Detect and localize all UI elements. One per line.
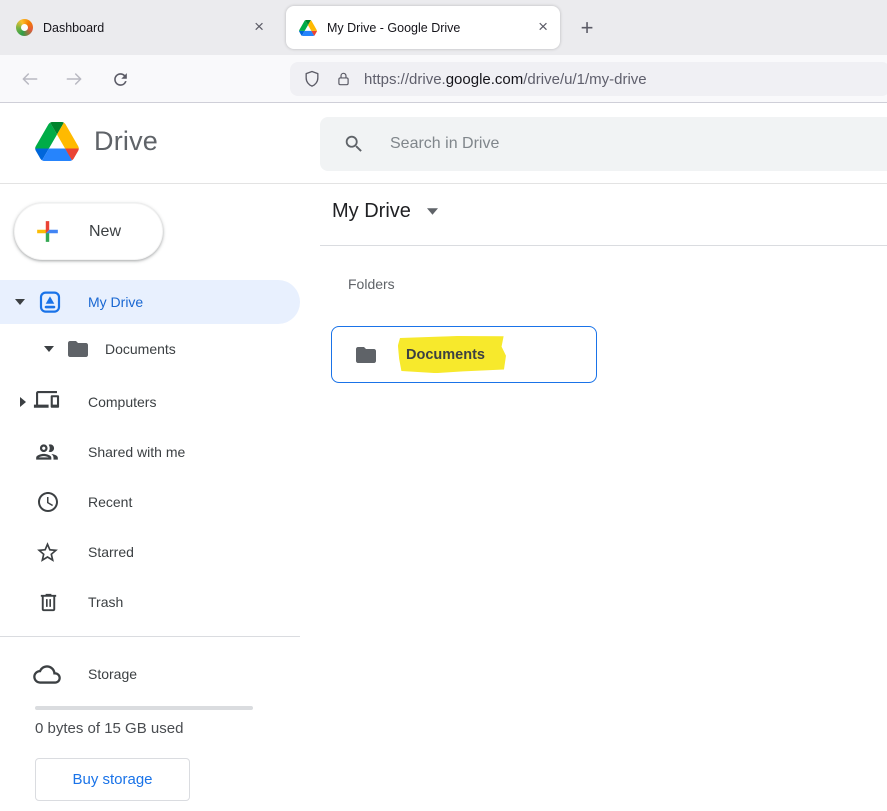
shield-icon[interactable] [302, 69, 322, 89]
folder-card-documents[interactable]: Documents [331, 326, 597, 383]
my-drive-icon [38, 290, 62, 314]
drive-logo-icon [35, 122, 79, 161]
sidebar-item-label: Storage [88, 666, 137, 682]
lock-icon[interactable] [335, 70, 352, 88]
cloud-icon [33, 663, 61, 686]
shared-people-icon [34, 439, 60, 465]
sidebar-item-documents[interactable]: Documents [0, 331, 300, 367]
arrow-right-icon [64, 69, 84, 89]
close-icon[interactable]: × [530, 18, 560, 37]
close-icon[interactable]: × [246, 18, 278, 37]
sidebar-item-recent[interactable]: Recent [0, 482, 300, 522]
chevron-down-icon[interactable] [427, 208, 438, 215]
folders-section-label: Folders [348, 276, 395, 292]
tab-dashboard[interactable]: Dashboard × [0, 0, 278, 55]
sidebar-item-trash[interactable]: Trash [0, 582, 300, 622]
back-button[interactable] [16, 65, 44, 93]
sidebar-item-label: Shared with me [88, 444, 185, 460]
reload-icon [111, 70, 130, 89]
search-placeholder: Search in Drive [390, 135, 499, 153]
tab-my-drive[interactable]: My Drive - Google Drive × [286, 6, 560, 49]
computers-icon [33, 391, 60, 413]
reload-button[interactable] [106, 65, 134, 93]
new-tab-button[interactable]: + [572, 13, 602, 43]
sidebar-item-label: Computers [88, 394, 156, 410]
tab-title: Dashboard [43, 21, 246, 35]
sidebar-item-computers[interactable]: Computers [0, 382, 300, 422]
drive-favicon-icon [299, 20, 317, 36]
new-button[interactable]: New [14, 203, 163, 260]
trash-icon [37, 591, 60, 614]
search-input[interactable]: Search in Drive [320, 117, 887, 171]
drive-logo-text: Drive [94, 126, 158, 157]
storage-usage-text: 0 bytes of 15 GB used [35, 720, 183, 737]
address-bar[interactable]: https://drive.google.com/drive/u/1/my-dr… [290, 62, 887, 96]
chevron-right-icon[interactable] [16, 397, 30, 407]
folder-name-text: Documents [406, 347, 485, 363]
sidebar-item-label: Starred [88, 544, 134, 560]
sidebar-item-label: Trash [88, 594, 123, 610]
sidebar-divider [0, 636, 300, 637]
clock-icon [36, 490, 60, 514]
sidebar-item-label: Documents [105, 341, 176, 357]
forward-button[interactable] [60, 65, 88, 93]
sidebar: New My Drive Documents [0, 184, 300, 811]
sidebar-item-label: My Drive [88, 294, 143, 310]
sidebar-item-shared-with-me[interactable]: Shared with me [0, 432, 300, 472]
dashboard-favicon-icon [16, 19, 33, 36]
sidebar-item-my-drive[interactable]: My Drive [0, 280, 300, 324]
folder-icon [354, 343, 378, 367]
url-domain: google.com [446, 71, 524, 88]
storage-progress-bar [35, 706, 253, 710]
folder-name: Documents [398, 336, 506, 373]
arrow-left-icon [20, 69, 40, 89]
plus-multicolor-icon [32, 216, 63, 247]
sidebar-item-storage[interactable]: Storage [0, 652, 300, 696]
browser-toolbar: https://drive.google.com/drive/u/1/my-dr… [0, 55, 887, 103]
url-text: https://drive.google.com/drive/u/1/my-dr… [364, 71, 647, 88]
page-title: My Drive [332, 200, 411, 223]
sidebar-item-label: Recent [88, 494, 132, 510]
url-prefix: https://drive. [364, 71, 446, 88]
drive-header: Drive Search in Drive [0, 103, 887, 184]
content-divider [320, 245, 887, 246]
browser-tab-bar: Dashboard × My Drive - Google Drive × + [0, 0, 887, 55]
chevron-down-icon[interactable] [42, 346, 56, 352]
tab-title: My Drive - Google Drive [327, 21, 530, 35]
browser-window: Dashboard × My Drive - Google Drive × + [0, 0, 887, 811]
drive-logo[interactable]: Drive [35, 122, 158, 161]
chevron-down-icon[interactable] [13, 299, 27, 305]
new-button-label: New [89, 223, 121, 241]
url-path: /drive/u/1/my-drive [523, 71, 646, 88]
main-content: My Drive Folders Documents [300, 184, 887, 811]
sidebar-item-starred[interactable]: Starred [0, 532, 300, 572]
buy-storage-button[interactable]: Buy storage [35, 758, 190, 801]
folder-icon [66, 337, 90, 361]
search-icon[interactable] [343, 133, 365, 155]
highlight-annotation: Documents [398, 335, 506, 373]
page-title-row[interactable]: My Drive [332, 200, 438, 223]
star-icon [35, 540, 60, 565]
